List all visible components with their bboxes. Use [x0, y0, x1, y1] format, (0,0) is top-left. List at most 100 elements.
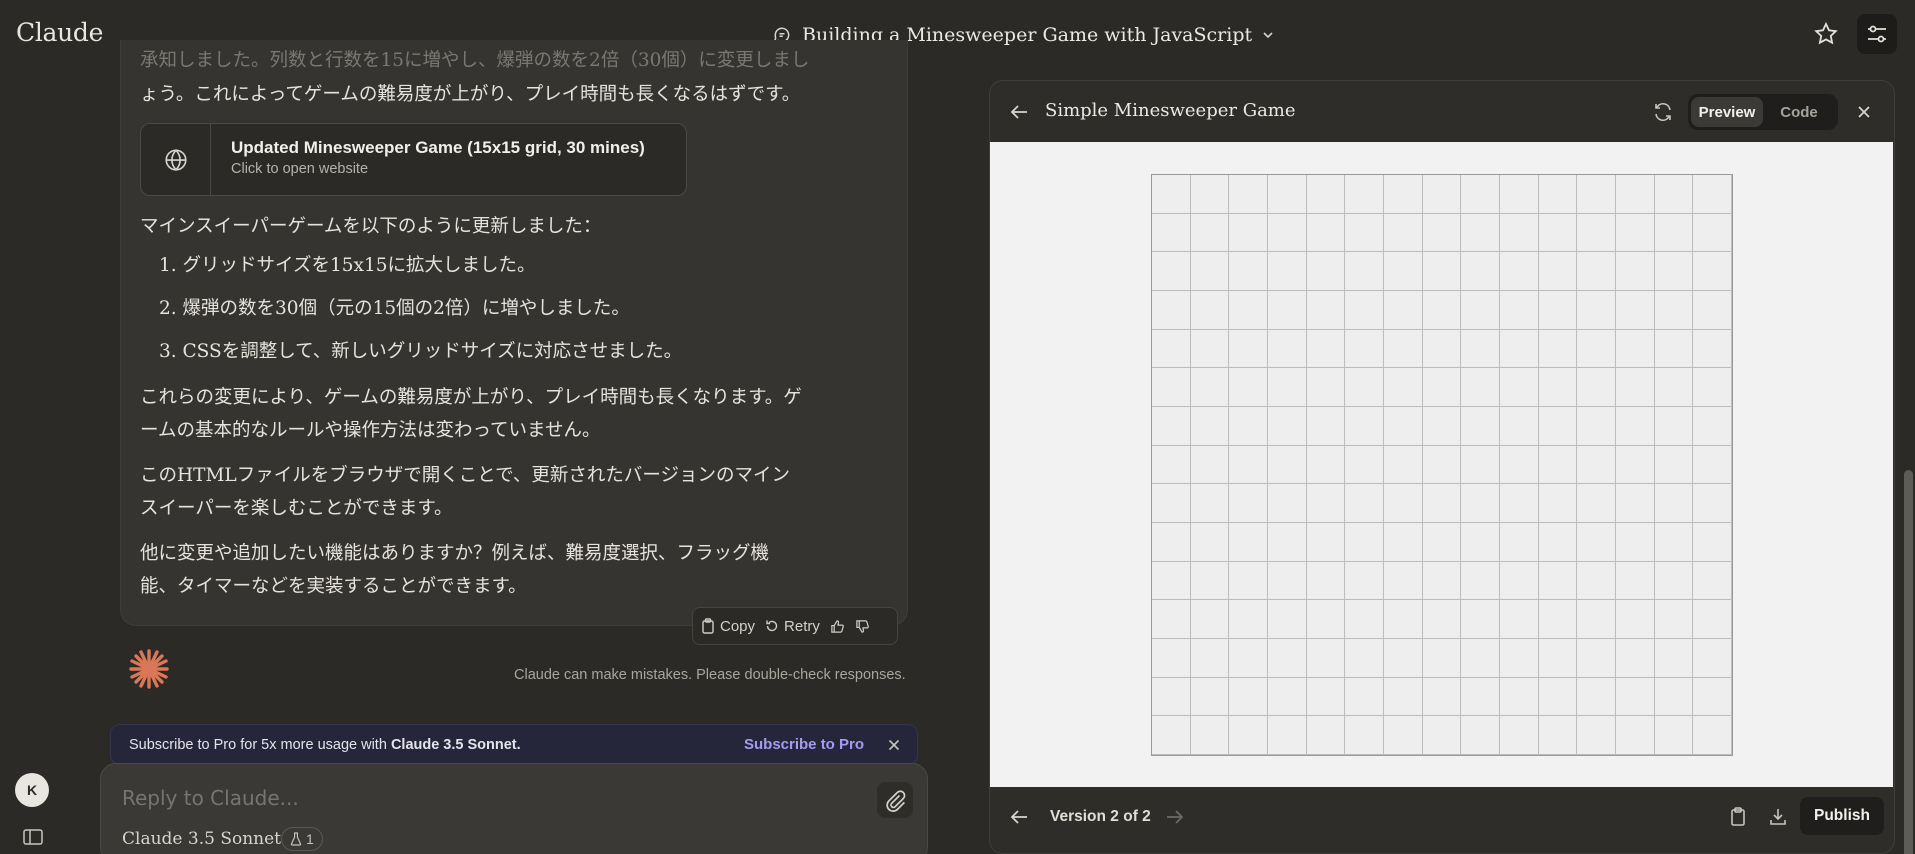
minesweeper-cell[interactable] — [1345, 561, 1384, 601]
minesweeper-cell[interactable] — [1384, 600, 1423, 639]
minesweeper-cell[interactable] — [1577, 175, 1616, 214]
minesweeper-cell[interactable] — [1306, 252, 1346, 291]
minesweeper-cell[interactable] — [1190, 329, 1230, 369]
minesweeper-cell[interactable] — [1345, 484, 1384, 523]
minesweeper-cell[interactable] — [1654, 329, 1694, 369]
claude-logo[interactable]: Claude — [16, 18, 103, 47]
minesweeper-cell[interactable] — [1654, 639, 1694, 678]
minesweeper-cell[interactable] — [1306, 639, 1346, 678]
minesweeper-cell[interactable] — [1693, 639, 1732, 678]
close-icon[interactable] — [1851, 99, 1877, 125]
minesweeper-cell[interactable] — [1538, 484, 1578, 523]
minesweeper-cell[interactable] — [1229, 639, 1268, 678]
minesweeper-cell[interactable] — [1538, 252, 1578, 291]
minesweeper-cell[interactable] — [1190, 600, 1230, 639]
minesweeper-cell[interactable] — [1306, 291, 1346, 330]
arrow-left-icon[interactable] — [1008, 805, 1032, 829]
subscribe-link[interactable]: Subscribe to Pro — [744, 736, 864, 753]
minesweeper-cell[interactable] — [1152, 368, 1191, 407]
minesweeper-cell[interactable] — [1229, 677, 1268, 717]
minesweeper-cell[interactable] — [1461, 368, 1500, 407]
minesweeper-cell[interactable] — [1422, 213, 1462, 253]
minesweeper-cell[interactable] — [1693, 368, 1732, 407]
minesweeper-cell[interactable] — [1345, 252, 1384, 291]
minesweeper-cell[interactable] — [1654, 523, 1694, 562]
minesweeper-cell[interactable] — [1190, 213, 1230, 253]
minesweeper-cell[interactable] — [1616, 291, 1655, 330]
minesweeper-cell[interactable] — [1500, 175, 1539, 214]
minesweeper-cell[interactable] — [1268, 445, 1307, 485]
minesweeper-cell[interactable] — [1422, 523, 1462, 562]
minesweeper-cell[interactable] — [1268, 368, 1307, 407]
minesweeper-cell[interactable] — [1422, 677, 1462, 717]
sidebar-toggle-icon[interactable] — [22, 828, 44, 846]
minesweeper-cell[interactable] — [1152, 600, 1191, 639]
minesweeper-cell[interactable] — [1616, 368, 1655, 407]
minesweeper-cell[interactable] — [1190, 407, 1230, 446]
retry-button[interactable]: Retry — [765, 618, 820, 635]
minesweeper-cell[interactable] — [1268, 484, 1307, 523]
minesweeper-cell[interactable] — [1654, 484, 1694, 523]
minesweeper-cell[interactable] — [1190, 175, 1230, 214]
minesweeper-cell[interactable] — [1577, 407, 1616, 446]
minesweeper-cell[interactable] — [1654, 175, 1694, 214]
artifact-card[interactable]: Updated Minesweeper Game (15x15 grid, 30… — [140, 123, 687, 196]
minesweeper-cell[interactable] — [1654, 213, 1694, 253]
tab-code[interactable]: Code — [1763, 97, 1835, 127]
minesweeper-cell[interactable] — [1306, 600, 1346, 639]
minesweeper-cell[interactable] — [1577, 561, 1616, 601]
minesweeper-cell[interactable] — [1152, 291, 1191, 330]
minesweeper-cell[interactable] — [1577, 639, 1616, 678]
minesweeper-cell[interactable] — [1345, 523, 1384, 562]
minesweeper-cell[interactable] — [1500, 716, 1539, 755]
minesweeper-cell[interactable] — [1577, 445, 1616, 485]
minesweeper-cell[interactable] — [1268, 175, 1307, 214]
reply-input[interactable] — [122, 786, 722, 810]
minesweeper-cell[interactable] — [1422, 561, 1462, 601]
minesweeper-cell[interactable] — [1538, 561, 1578, 601]
minesweeper-cell[interactable] — [1538, 175, 1578, 214]
close-icon[interactable] — [882, 733, 906, 757]
minesweeper-cell[interactable] — [1229, 600, 1268, 639]
minesweeper-cell[interactable] — [1190, 291, 1230, 330]
minesweeper-cell[interactable] — [1306, 407, 1346, 446]
minesweeper-cell[interactable] — [1152, 175, 1191, 214]
minesweeper-cell[interactable] — [1616, 252, 1655, 291]
minesweeper-cell[interactable] — [1461, 639, 1500, 678]
clipboard-icon[interactable] — [1726, 805, 1750, 829]
minesweeper-cell[interactable] — [1538, 716, 1578, 755]
minesweeper-cell[interactable] — [1268, 716, 1307, 755]
minesweeper-cell[interactable] — [1306, 175, 1346, 214]
minesweeper-cell[interactable] — [1268, 677, 1307, 717]
minesweeper-cell[interactable] — [1461, 407, 1500, 446]
minesweeper-cell[interactable] — [1190, 523, 1230, 562]
minesweeper-cell[interactable] — [1229, 445, 1268, 485]
minesweeper-cell[interactable] — [1500, 291, 1539, 330]
minesweeper-cell[interactable] — [1616, 561, 1655, 601]
minesweeper-cell[interactable] — [1306, 561, 1346, 601]
minesweeper-cell[interactable] — [1577, 677, 1616, 717]
minesweeper-cell[interactable] — [1461, 291, 1500, 330]
minesweeper-cell[interactable] — [1616, 329, 1655, 369]
minesweeper-cell[interactable] — [1616, 677, 1655, 717]
minesweeper-cell[interactable] — [1345, 445, 1384, 485]
minesweeper-cell[interactable] — [1461, 175, 1500, 214]
minesweeper-cell[interactable] — [1190, 561, 1230, 601]
minesweeper-cell[interactable] — [1306, 213, 1346, 253]
minesweeper-cell[interactable] — [1384, 329, 1423, 369]
minesweeper-cell[interactable] — [1538, 213, 1578, 253]
minesweeper-cell[interactable] — [1693, 329, 1732, 369]
minesweeper-cell[interactable] — [1461, 523, 1500, 562]
minesweeper-cell[interactable] — [1538, 407, 1578, 446]
minesweeper-cell[interactable] — [1616, 484, 1655, 523]
minesweeper-cell[interactable] — [1152, 523, 1191, 562]
minesweeper-cell[interactable] — [1616, 639, 1655, 678]
copy-button[interactable]: Copy — [701, 618, 755, 635]
arrow-right-icon[interactable] — [1162, 805, 1186, 829]
paperclip-icon[interactable] — [877, 782, 913, 818]
minesweeper-cell[interactable] — [1268, 561, 1307, 601]
minesweeper-cell[interactable] — [1345, 175, 1384, 214]
minesweeper-cell[interactable] — [1384, 213, 1423, 253]
minesweeper-cell[interactable] — [1384, 407, 1423, 446]
minesweeper-cell[interactable] — [1306, 368, 1346, 407]
